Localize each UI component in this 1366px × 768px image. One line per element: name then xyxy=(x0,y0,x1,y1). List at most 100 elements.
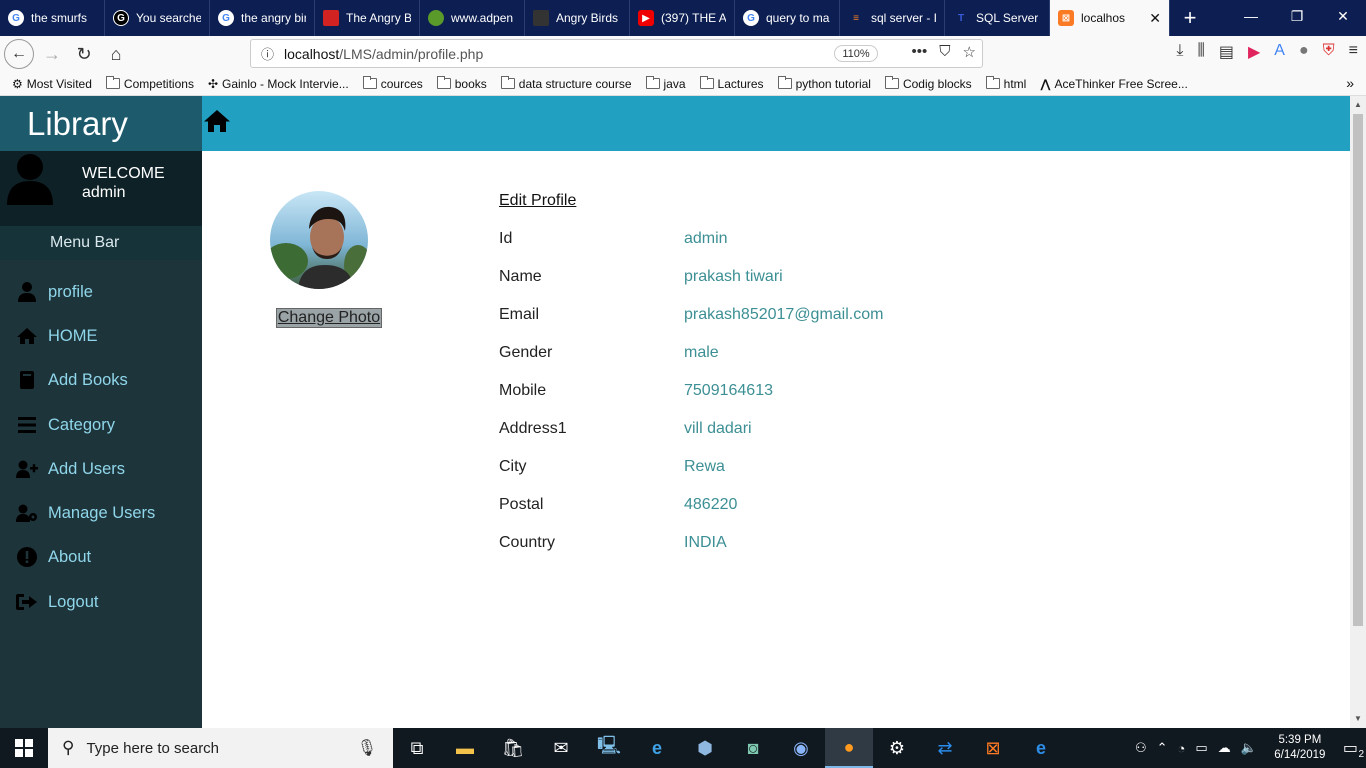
sidebar-item-manage-users[interactable]: Manage Users xyxy=(0,498,202,528)
browser-tab[interactable]: The Angry B xyxy=(315,0,420,36)
onedrive-icon[interactable]: ☁ xyxy=(1218,740,1231,756)
t-icon: T xyxy=(957,12,965,24)
bookmark-acethinker[interactable]: ⋀ AceThinker Free Scree... xyxy=(1040,77,1188,91)
bookmark-folder[interactable]: data structure course xyxy=(500,76,632,91)
url-bar[interactable]: ⓘ localhost/LMS/admin/profile.php 110% •… xyxy=(250,39,983,68)
taskbar-clock[interactable]: 5:39 PM 6/14/2019 xyxy=(1267,733,1333,763)
sidebar-toggle-icon[interactable]: ▤ xyxy=(1219,42,1234,62)
scroll-up-icon[interactable]: ▲ xyxy=(1354,100,1362,109)
teamviewer-icon[interactable]: ⇄ xyxy=(921,728,969,768)
browser-tab[interactable]: Gthe angry birds xyxy=(210,0,315,36)
zoom-indicator[interactable]: 110% xyxy=(834,45,878,62)
restore-button[interactable]: ❐ xyxy=(1274,0,1320,32)
bookmark-folder[interactable]: books xyxy=(436,76,487,91)
wifi-icon[interactable]: ◔ xyxy=(1178,741,1186,756)
bookmark-folder[interactable]: Competitions xyxy=(105,76,194,91)
info-icon[interactable]: ⓘ xyxy=(261,44,274,63)
scroll-down-icon[interactable]: ▼ xyxy=(1354,714,1362,723)
browser-tab[interactable]: Angry Birds xyxy=(525,0,630,36)
notification-icon[interactable]: ▭ 2 xyxy=(1343,738,1364,760)
close-window-button[interactable]: ✕ xyxy=(1320,0,1366,32)
bookmark-folder[interactable]: Codig blocks xyxy=(884,76,972,91)
task-view-icon[interactable]: ⧉ xyxy=(393,728,441,768)
camera-app-icon[interactable]: ◙ xyxy=(729,728,777,768)
menu-icon[interactable]: ≡ xyxy=(1349,42,1358,62)
xampp-icon[interactable]: ⊠ xyxy=(969,728,1017,768)
browser-tab[interactable]: www.adpen xyxy=(420,0,525,36)
page-actions-icon[interactable]: ••• xyxy=(912,43,928,61)
minimize-button[interactable]: — xyxy=(1228,0,1274,32)
field-label: Mobile xyxy=(499,382,547,399)
field-value: Rewa xyxy=(684,458,725,475)
microphone-icon[interactable]: 🎙 xyxy=(357,738,377,758)
home-button[interactable]: ⌂ xyxy=(100,38,132,70)
sidebar-item-home[interactable]: HOME xyxy=(0,321,202,351)
sidebar-item-add-users[interactable]: Add Users xyxy=(0,454,202,484)
computer-icon[interactable]: 🖳 xyxy=(585,728,633,768)
bookmark-most-visited[interactable]: ⚙ Most Visited xyxy=(12,77,92,91)
bookmark-folder[interactable]: python tutorial xyxy=(777,76,871,91)
bookmark-folder[interactable]: html xyxy=(985,76,1026,91)
library-icon[interactable]: ⫼ xyxy=(1197,42,1204,62)
close-tab-icon[interactable]: ✕ xyxy=(1149,10,1161,27)
settings-icon[interactable]: ⚙ xyxy=(873,728,921,768)
clapper-icon xyxy=(533,10,549,26)
brand-title[interactable]: Library xyxy=(0,96,202,151)
browser-tab[interactable]: Gquery to ma xyxy=(735,0,840,36)
chevron-up-icon[interactable]: ⌃ xyxy=(1157,740,1168,756)
sidebar-item-category[interactable]: Category xyxy=(0,410,202,440)
bookmark-folder[interactable]: Lactures xyxy=(699,76,764,91)
scrollbar-thumb[interactable] xyxy=(1353,114,1363,626)
field-value: prakash tiwari xyxy=(684,268,783,285)
file-explorer-icon[interactable]: ▬ xyxy=(441,728,489,768)
bookmarks-overflow-icon[interactable]: » xyxy=(1346,75,1354,91)
sidebar-item-profile[interactable]: profile xyxy=(0,277,202,307)
people-icon[interactable]: ⚇ xyxy=(1135,740,1147,756)
browser-tab[interactable]: ≡ sql server - I xyxy=(840,0,945,36)
change-photo-button[interactable]: Change Photo xyxy=(276,308,382,328)
shield-icon[interactable]: ⛨ xyxy=(1323,42,1335,62)
page-scrollbar[interactable]: ▲ ▼ xyxy=(1350,96,1366,728)
volume-icon[interactable]: 🔈 xyxy=(1241,740,1257,756)
home-icon[interactable] xyxy=(202,108,232,134)
google-icon: G xyxy=(743,10,759,26)
bookmarks-bar: ⚙ Most Visited Competitions ✣ Gainlo - Moc… xyxy=(0,72,1366,96)
sidebar-item-add-books[interactable]: Add Books xyxy=(0,365,202,395)
translate-icon[interactable]: A xyxy=(1274,42,1285,62)
edit-profile-link[interactable]: Edit Profile xyxy=(499,192,576,210)
xampp-icon: ⊠ xyxy=(1058,10,1074,26)
bars-icon xyxy=(16,414,38,436)
sidebar-item-logout[interactable]: Logout xyxy=(0,587,202,617)
store-icon[interactable]: 🛍 xyxy=(489,728,537,768)
new-tab-button[interactable]: + xyxy=(1170,0,1210,36)
browser-tab[interactable]: GYou searched xyxy=(105,0,210,36)
firefox-icon[interactable]: ● xyxy=(825,728,873,768)
virtualbox-icon[interactable]: ⬢ xyxy=(681,728,729,768)
bookmark-gainlo[interactable]: ✣ Gainlo - Mock Intervie... xyxy=(208,77,349,91)
browser-tab-active[interactable]: ⊠ localhos ✕ xyxy=(1050,0,1170,36)
taskbar-search[interactable]: ⚲ Type here to search 🎙 xyxy=(48,728,393,768)
browser-tab[interactable]: T SQL Server xyxy=(945,0,1050,36)
sidebar-item-about[interactable]: About xyxy=(0,542,202,572)
download-icon[interactable]: ⤓ xyxy=(1176,42,1183,62)
home-icon xyxy=(16,325,38,347)
pocket-icon[interactable]: ⛉ xyxy=(939,43,950,61)
field-value: 486220 xyxy=(684,496,738,513)
mail-icon[interactable]: ✉ xyxy=(537,728,585,768)
extension-icon[interactable]: ▶ xyxy=(1248,42,1260,62)
browser-tab[interactable]: ▶ (397) THE A xyxy=(630,0,735,36)
browser-tab[interactable]: Gthe smurfs xyxy=(0,0,105,36)
battery-icon[interactable]: ▭ xyxy=(1195,740,1207,756)
chrome-icon[interactable]: ◉ xyxy=(777,728,825,768)
bookmark-folder[interactable]: cources xyxy=(362,76,423,91)
edge-icon[interactable]: e xyxy=(1017,728,1065,768)
gainlo-icon: ✣ xyxy=(207,76,218,91)
back-button[interactable]: ← xyxy=(4,39,34,69)
internet-explorer-icon[interactable]: e xyxy=(633,728,681,768)
bookmark-folder[interactable]: java xyxy=(645,76,686,91)
start-button[interactable] xyxy=(0,728,48,768)
bookmark-star-icon[interactable]: ☆ xyxy=(963,43,976,61)
forward-button[interactable]: → xyxy=(36,38,68,70)
reload-button[interactable]: ↻ xyxy=(68,38,100,70)
extension-circle-icon[interactable]: ● xyxy=(1299,42,1309,62)
